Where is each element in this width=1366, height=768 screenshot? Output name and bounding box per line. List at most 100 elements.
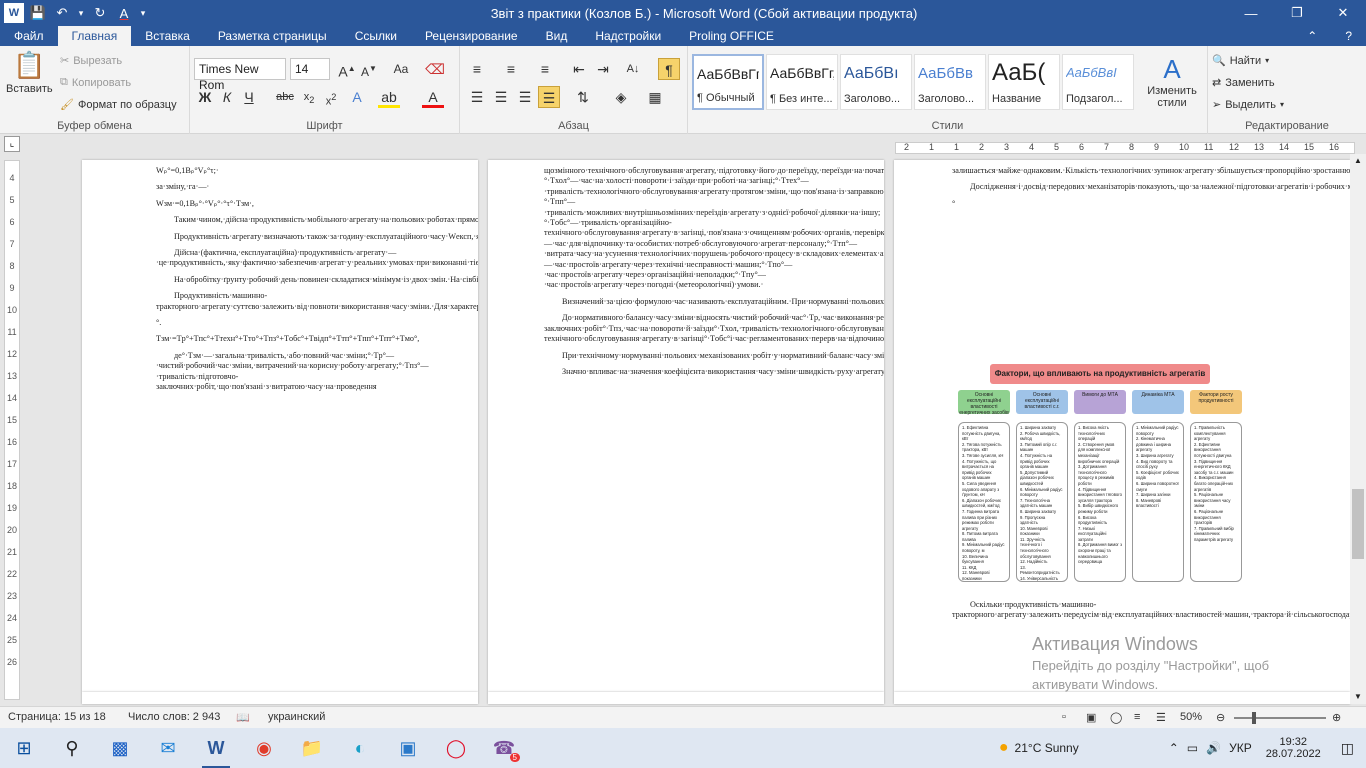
- style-subtitle[interactable]: АаБбВвI Подзагол...: [1062, 54, 1134, 110]
- view-fullscreen-icon[interactable]: ▣: [1086, 711, 1096, 724]
- paragraph[interactable]: °.: [156, 318, 452, 328]
- subscript-icon[interactable]: x2: [298, 86, 320, 108]
- zoom-slider[interactable]: [1234, 717, 1326, 719]
- paragraph[interactable]: Визначений·за·цією·формулою·час·називают…: [544, 297, 884, 307]
- grow-font-icon[interactable]: A▲: [336, 58, 358, 80]
- paragraph[interactable]: Дійсна·(фактична,·експлуатаційна)·продук…: [156, 248, 478, 269]
- italic-icon[interactable]: К: [216, 86, 238, 108]
- tab-references[interactable]: Ссылки: [341, 26, 411, 46]
- paragraph[interactable]: за·зміну,·га·—·: [156, 182, 452, 192]
- superscript-icon[interactable]: x2: [320, 86, 342, 108]
- page-right-text[interactable]: залишається·майже·однаковим.·Кількість·т…: [952, 166, 1350, 215]
- edge-icon[interactable]: ◐: [336, 728, 384, 768]
- zoom-level[interactable]: 50%: [1180, 711, 1202, 723]
- increase-indent-icon[interactable]: ⇥: [592, 58, 614, 80]
- bullets-icon[interactable]: ≡: [466, 58, 488, 80]
- vertical-scrollbar[interactable]: ▲ ▼: [1350, 154, 1366, 704]
- tab-selector-icon[interactable]: ⌞: [4, 136, 20, 152]
- paragraph[interactable]: щозмінного·технічного·обслуговування·агр…: [544, 166, 884, 291]
- font-name-field[interactable]: Times New Rom: [194, 58, 286, 92]
- sort-icon[interactable]: A↓: [622, 58, 644, 80]
- page-right[interactable]: залишається·майже·однаковим.·Кількість·т…: [894, 160, 1350, 692]
- strikethrough-icon[interactable]: abc: [274, 86, 296, 108]
- help-icon[interactable]: ?: [1331, 26, 1366, 46]
- weather-text[interactable]: 21°C Sunny: [1015, 741, 1079, 755]
- network-icon[interactable]: ▭: [1187, 741, 1198, 755]
- font-color-icon[interactable]: A: [422, 86, 444, 108]
- paragraph[interactable]: Оскільки·продуктивність·машинно-тракторн…: [952, 600, 1350, 621]
- page-middle-text[interactable]: щозмінного·технічного·обслуговування·агр…: [544, 166, 884, 383]
- paragraph[interactable]: До·нормативного·балансу·часу·зміни·відно…: [544, 313, 884, 344]
- save-icon[interactable]: 💾: [28, 3, 48, 23]
- volume-icon[interactable]: 🔊: [1206, 741, 1221, 755]
- zoom-out-icon[interactable]: ⊖: [1216, 711, 1225, 724]
- paragraph[interactable]: Wзм·=0,1Bₚ°·°Vₚ°·°τ°·Tзм·,: [156, 199, 452, 209]
- redo-icon[interactable]: ↻: [90, 3, 110, 23]
- text-effects-icon[interactable]: A: [346, 86, 368, 108]
- page-count[interactable]: Страница: 15 из 18: [8, 711, 106, 723]
- paragraph[interactable]: Таким·чином,·дійсна·продуктивність·мобіл…: [156, 215, 478, 225]
- minimize-button[interactable]: —: [1228, 0, 1274, 26]
- ruler-strip[interactable]: 2 1 1 2 3 4 5 6 7 8 9 10 11 12 13 14 15 16: [895, 142, 1355, 154]
- clock[interactable]: 19:32 28.07.2022: [1266, 736, 1321, 760]
- paragraph[interactable]: Tзм·=Tр°+Tпс°+Tтехн°+Tто°+Tпз°+Tобс°+Tві…: [156, 334, 452, 344]
- tab-view[interactable]: Вид: [532, 26, 582, 46]
- clear-formatting-icon[interactable]: ⌫: [424, 58, 446, 80]
- tab-insert[interactable]: Вставка: [131, 26, 204, 46]
- style-no-spacing[interactable]: АаБбВвГг, ¶ Без инте...: [766, 54, 838, 110]
- undo-dropdown-icon[interactable]: ▾: [76, 3, 86, 23]
- paragraph[interactable]: При·технічному·нормуванні·польових·механ…: [544, 351, 884, 361]
- decrease-indent-icon[interactable]: ⇤: [568, 58, 590, 80]
- undo-icon[interactable]: ↶: [52, 3, 72, 23]
- style-normal[interactable]: АаБбВвГг, ¶ Обычный: [692, 54, 764, 110]
- font-color-quick-icon[interactable]: A: [114, 3, 134, 23]
- shrink-font-icon[interactable]: A▼: [358, 58, 380, 80]
- borders-icon[interactable]: ▦: [644, 86, 666, 108]
- page-left[interactable]: Wₚ°=0,1Bₚ°Vₚ°τ;· за·зміну,·га·—· Wзм·=0,1B…: [82, 160, 478, 692]
- shading-icon[interactable]: ◈: [610, 86, 632, 108]
- paragraph[interactable]: °: [952, 199, 1264, 209]
- photos-icon[interactable]: ▣: [384, 728, 432, 768]
- paragraph[interactable]: Продуктивність·машинно-тракторного·агрег…: [156, 291, 478, 312]
- justify-icon[interactable]: ☰: [538, 86, 560, 108]
- zoom-in-icon[interactable]: ⊕: [1332, 711, 1341, 724]
- multilevel-list-icon[interactable]: ≡: [534, 58, 556, 80]
- tab-addins[interactable]: Надстройки: [581, 26, 675, 46]
- zoom-slider-knob[interactable]: [1252, 712, 1257, 724]
- tab-page-layout[interactable]: Разметка страницы: [204, 26, 341, 46]
- tab-proling-office[interactable]: Proling OFFICE: [675, 26, 788, 46]
- paragraph[interactable]: На·обробітку·ґрунту·робочий·день·повинен…: [156, 275, 478, 285]
- cut-button[interactable]: ✂ Вырезать: [60, 54, 122, 68]
- search-icon[interactable]: ⚲: [48, 728, 96, 768]
- scroll-down-icon[interactable]: ▼: [1350, 690, 1366, 704]
- proofing-icon[interactable]: 📖: [236, 711, 250, 724]
- scroll-thumb[interactable]: [1352, 489, 1364, 559]
- copy-button[interactable]: ⧉ Копировать: [60, 76, 131, 89]
- input-language[interactable]: УКР: [1229, 741, 1252, 755]
- view-web-icon[interactable]: ◯: [1110, 711, 1122, 724]
- format-painter-button[interactable]: 🖌 Формат по образцу: [60, 98, 177, 112]
- change-case-icon[interactable]: Aa: [390, 58, 412, 80]
- file-explorer-icon[interactable]: 📁: [288, 728, 336, 768]
- line-spacing-icon[interactable]: ⇅: [572, 86, 594, 108]
- align-left-icon[interactable]: ☰: [466, 86, 488, 108]
- replace-button[interactable]: ⇄ Заменить: [1212, 76, 1275, 90]
- vertical-ruler[interactable]: 4 5 6 7 8 9 10 11 12 13 14 15 16 17 18 19 20 21 22 23 24 25 26: [4, 160, 20, 700]
- tray-expand-icon[interactable]: ⌃: [1169, 741, 1179, 755]
- page-right-bottom-text[interactable]: Оскільки·продуктивність·машинно-тракторн…: [952, 600, 1350, 627]
- align-right-icon[interactable]: ☰: [514, 86, 536, 108]
- find-button[interactable]: 🔍 Найти ▾: [1212, 54, 1269, 68]
- paragraph[interactable]: де°·Tзм·—·загальна·тривалість,·або·повни…: [156, 351, 452, 393]
- view-outline-icon[interactable]: ≡: [1134, 711, 1140, 723]
- font-size-field[interactable]: 14: [290, 58, 330, 80]
- notifications-icon[interactable]: ◫: [1341, 740, 1354, 757]
- word-count[interactable]: Число слов: 2 943: [128, 711, 220, 723]
- show-marks-icon[interactable]: ¶: [658, 58, 680, 80]
- view-print-layout-icon[interactable]: ▫: [1062, 711, 1066, 723]
- ribbon-minimize-icon[interactable]: ⌃: [1293, 26, 1331, 46]
- numbering-icon[interactable]: ≡: [500, 58, 522, 80]
- language[interactable]: украинский: [268, 711, 325, 723]
- viber-icon[interactable]: ☎ 5: [480, 728, 528, 768]
- page-left-text[interactable]: Wₚ°=0,1Bₚ°Vₚ°τ;· за·зміну,·га·—· Wзм·=0,1B…: [156, 166, 478, 399]
- tab-file[interactable]: Файл: [0, 26, 58, 46]
